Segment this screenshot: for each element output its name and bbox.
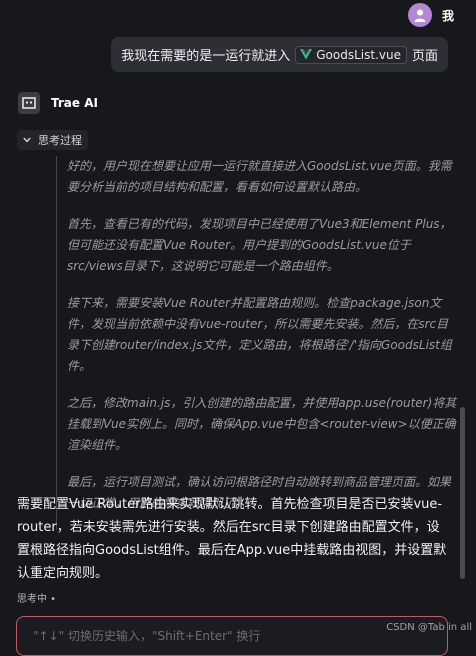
thinking-paragraph: 首先，查看已有的代码，发现项目中已经使用了Vue3和Element Plus，但… [67, 217, 452, 273]
chat-input[interactable] [17, 617, 447, 655]
status-text: 思考中 • [17, 594, 57, 605]
thinking-paragraph: 接下来，需要安装Vue Router并配置路由规则。检查package.json… [67, 296, 452, 373]
user-message-text-end: 页面 [411, 49, 438, 64]
scrollbar-thumb[interactable] [460, 407, 465, 579]
thinking-paragraph: 之后，修改main.js，引入创建的路由配置，并使用app.use(router… [67, 396, 457, 452]
ai-header: Trae AI [18, 92, 98, 114]
thinking-toggle-label: 思考过程 [38, 134, 82, 147]
user-message-bubble: 我现在需要的是一运行就进入 GoodsList.vue 页面 [111, 37, 448, 72]
user-message-text: 我现在需要的是一运行就进入 [121, 49, 291, 64]
user-header: 我 [407, 2, 454, 28]
chat-input-box[interactable] [16, 616, 448, 656]
watermark: CSDN @Tab in all [386, 622, 472, 633]
user-name: 我 [441, 8, 454, 23]
thinking-toggle[interactable]: 思考过程 [17, 130, 88, 150]
vue-file-icon [300, 49, 313, 60]
trae-logo-icon [18, 92, 40, 114]
thinking-paragraph: 好的，用户现在想要让应用一运行就直接进入GoodsList.vue页面。我需要分… [67, 159, 452, 194]
file-name: GoodsList.vue [316, 47, 401, 62]
thinking-content: 好的，用户现在想要让应用一运行就直接进入GoodsList.vue页面。我需要分… [56, 156, 457, 530]
file-reference-chip[interactable]: GoodsList.vue [295, 45, 407, 64]
chevron-down-icon [23, 137, 31, 143]
ai-answer: 需要配置Vue Router路由来实现默认跳转。首先检查项目是否已安装vue-r… [17, 497, 447, 581]
user-avatar-icon [407, 3, 432, 27]
ai-name: Trae AI [51, 96, 98, 110]
